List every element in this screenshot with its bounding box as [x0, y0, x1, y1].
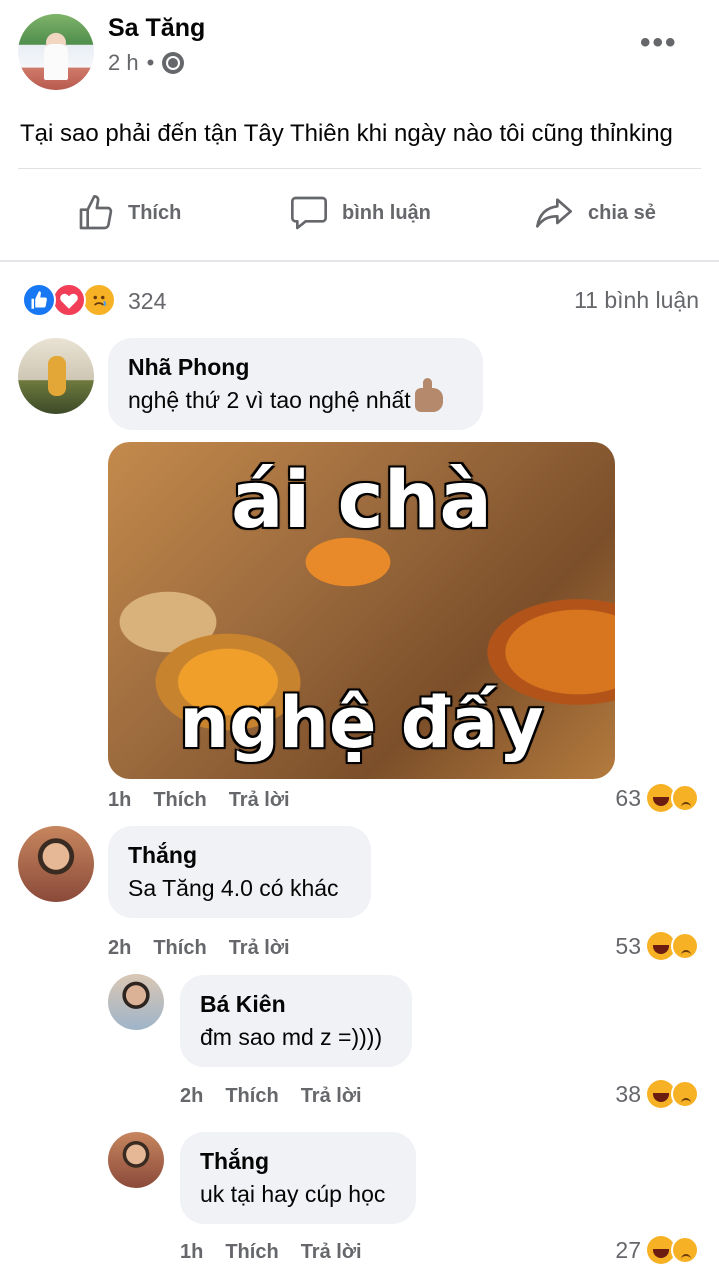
comment-time[interactable]: 2h [108, 937, 131, 960]
divider [18, 168, 701, 169]
share-arrow-icon [536, 198, 572, 228]
reply-bubble: Bá Kiên đm sao md z =)))) [180, 975, 412, 1067]
comment-like-link[interactable]: Thích [153, 937, 206, 960]
meta-dot: • [146, 50, 155, 75]
comment-reaction-count: 63 [615, 784, 641, 811]
comment-like-link[interactable]: Thích [225, 1241, 278, 1264]
post-meta: 2 h • [108, 50, 185, 76]
commenter-avatar[interactable] [18, 338, 94, 414]
comment-text: nghệ thứ 2 vì tao nghệ nhất [128, 378, 463, 414]
meme-caption-top: ái chà [231, 456, 492, 546]
commenter-name[interactable]: Thắng [128, 842, 351, 869]
thumbs-up-emoji-icon [414, 378, 443, 412]
comment-meta: 2h Thích Trả lời [108, 937, 290, 960]
comment-reaction-count: 53 [615, 932, 641, 959]
comment-bubble: Nhã Phong nghệ thứ 2 vì tao nghệ nhất [108, 338, 483, 430]
comment-like-link[interactable]: Thích [153, 789, 206, 812]
sad-reaction-icon [671, 932, 699, 960]
like-button[interactable]: Thích [76, 188, 181, 238]
like-label: Thích [128, 201, 182, 224]
reaction-count: 324 [128, 287, 167, 314]
comment-reply-link[interactable]: Trả lời [301, 1085, 362, 1108]
comment-text: đm sao md z =)))) [200, 1024, 383, 1050]
commenter-name[interactable]: Thắng [200, 1148, 396, 1175]
comment-time[interactable]: 1h [108, 789, 131, 812]
comment-like-link[interactable]: Thích [225, 1085, 278, 1108]
share-label: chia sẻ [588, 201, 656, 224]
more-options-icon[interactable]: ••• [640, 26, 678, 60]
comment-text: uk tại hay cúp học [200, 1181, 386, 1207]
comment-reactions[interactable]: 27 [615, 1236, 699, 1264]
commenter-avatar[interactable] [18, 826, 94, 902]
comment-bubble-icon [291, 196, 327, 230]
comment-reactions[interactable]: 38 [615, 1080, 699, 1108]
commenter-avatar[interactable] [108, 1132, 164, 1188]
comment-meta: 1h Thích Trả lời [180, 1241, 362, 1264]
like-reaction-icon [22, 283, 56, 317]
globe-icon [162, 52, 185, 74]
comment-meme-image[interactable]: ái chà nghệ đấy [108, 442, 615, 779]
post-text: Tại sao phải đến tận Tây Thiên khi ngày … [20, 120, 673, 147]
meme-caption-bottom: nghệ đấy [179, 682, 544, 764]
comment-time[interactable]: 1h [180, 1241, 203, 1264]
sad-reaction-icon [671, 1080, 699, 1108]
comment-bubble: Thắng Sa Tăng 4.0 có khác [108, 826, 371, 918]
comment-reactions[interactable]: 63 [615, 784, 699, 812]
comment-meta: 2h Thích Trả lời [180, 1085, 362, 1108]
author-avatar[interactable] [18, 14, 94, 90]
comment-button[interactable]: bình luận [288, 188, 431, 238]
commenter-name[interactable]: Nhã Phong [128, 354, 463, 381]
comment-reply-link[interactable]: Trả lời [229, 937, 290, 960]
comment-time[interactable]: 2h [180, 1085, 203, 1108]
comment-reply-link[interactable]: Trả lời [229, 789, 290, 812]
post-time[interactable]: 2 h [108, 50, 139, 76]
thumbs-up-icon [79, 195, 113, 230]
post-author-name[interactable]: Sa Tăng [108, 14, 205, 43]
commenter-name[interactable]: Bá Kiên [200, 991, 392, 1018]
comment-reactions[interactable]: 53 [615, 932, 699, 960]
comments-count[interactable]: 11 bình luận [574, 287, 699, 314]
section-separator [0, 260, 719, 262]
reactions-summary[interactable]: 324 [22, 283, 166, 319]
love-reaction-icon [52, 283, 86, 317]
comment-meta: 1h Thích Trả lời [108, 789, 290, 812]
reaction-icons [22, 283, 118, 319]
reply-bubble: Thắng uk tại hay cúp học [180, 1132, 416, 1224]
comment-text: Sa Tăng 4.0 có khác [128, 875, 339, 901]
commenter-avatar[interactable] [108, 974, 164, 1030]
sad-reaction-icon [671, 1236, 699, 1264]
sad-reaction-icon [82, 283, 116, 317]
share-button[interactable]: chia sẻ [532, 188, 656, 238]
sad-reaction-icon [671, 784, 699, 812]
comment-label: bình luận [342, 201, 431, 224]
comment-reaction-count: 38 [615, 1080, 641, 1107]
comment-reply-link[interactable]: Trả lời [301, 1241, 362, 1264]
comment-reaction-count: 27 [615, 1236, 641, 1263]
